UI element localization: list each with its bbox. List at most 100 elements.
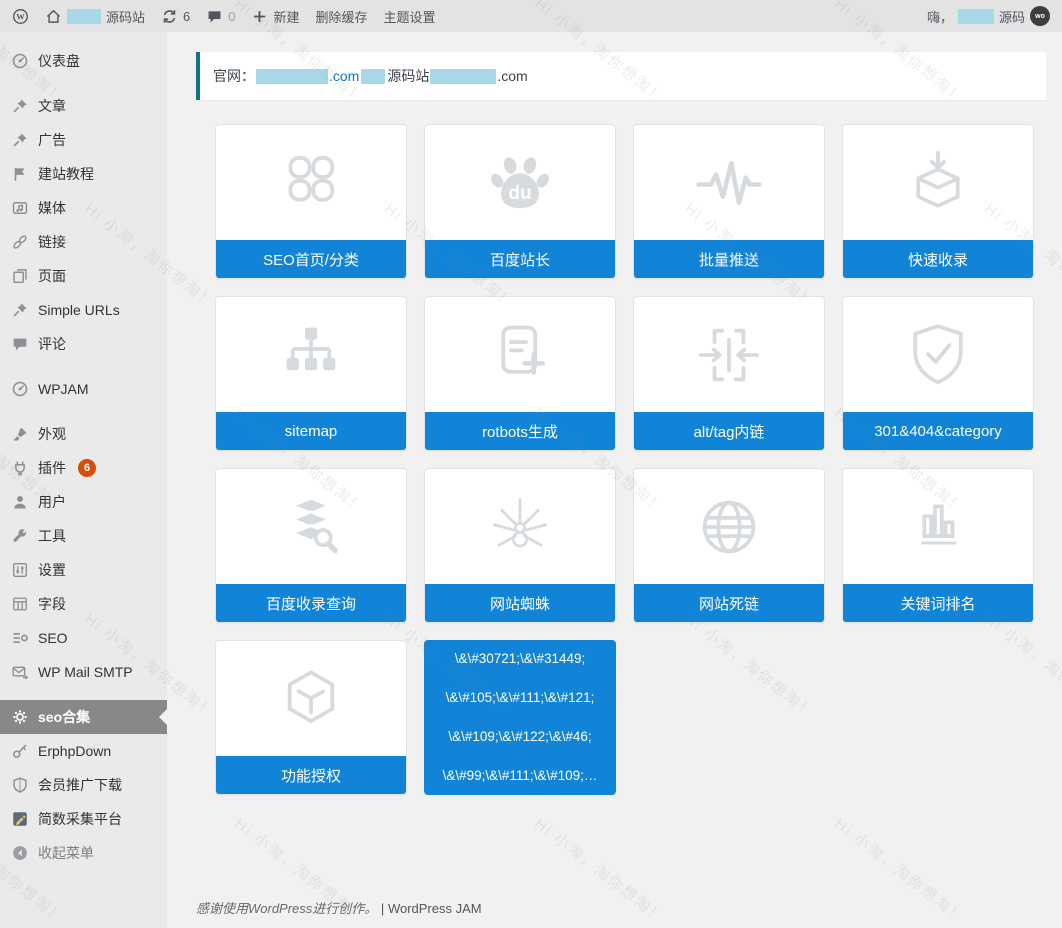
censor-block (361, 69, 385, 84)
shield-check-icon (843, 297, 1033, 412)
encoded-text-line: \&\#109;\&\#122;\&\#46; (429, 729, 611, 745)
sidebar-item-member-promo-download[interactable]: 会员推广下载 (0, 768, 167, 802)
censor-block (958, 9, 994, 24)
grid-icon (11, 595, 29, 613)
gear-icon (11, 708, 29, 726)
card-site-spider[interactable]: 网站蜘蛛 (424, 468, 616, 623)
sidebar-item-media[interactable]: 媒体 (0, 191, 167, 225)
sidebar-item-jianshu-collector[interactable]: 简数采集平台 (0, 802, 167, 836)
card-robots-generate[interactable]: rotbots生成 (424, 296, 616, 451)
card-301-404-category[interactable]: 301&404&category (842, 296, 1034, 451)
sidebar-item-label: 会员推广下载 (38, 775, 122, 795)
sidebar-item-dashboard[interactable]: 仪表盘 (0, 44, 167, 78)
sidebar-item-label: 工具 (38, 526, 66, 546)
sidebar-item-label: 外观 (38, 424, 66, 444)
wordpress-logo-menu[interactable] (12, 8, 29, 25)
card-keyword-ranking[interactable]: 关键词排名 (842, 468, 1034, 623)
my-account-menu[interactable]: 嗨， 源码 wo (927, 6, 1050, 26)
cube-icon (216, 641, 406, 756)
sidebar-item-label: 用户 (38, 492, 66, 512)
card-sitemap[interactable]: sitemap (215, 296, 407, 451)
plus-icon (251, 8, 268, 25)
key-icon (11, 742, 29, 760)
pin-icon (11, 131, 29, 149)
comment-count: 0 (228, 9, 235, 24)
sidebar-item-seo-collection[interactable]: seo合集 (0, 700, 167, 734)
card-label: 网站蜘蛛 (425, 584, 615, 622)
greeting-prefix: 嗨， (927, 7, 953, 26)
globe-icon (634, 469, 824, 584)
sidebar-item-settings[interactable]: 设置 (0, 553, 167, 587)
sidebar-item-label: WPJAM (38, 381, 89, 397)
sidebar-item-appearance[interactable]: 外观 (0, 417, 167, 451)
card-label: SEO首页/分类 (216, 240, 406, 278)
sidebar-item-label: 链接 (38, 232, 66, 252)
tool-card-grid: SEO首页/分类百度站长批量推送快速收录 sitemap rotbots生成 alt/… (215, 124, 1035, 795)
sidebar-item-wpjam[interactable]: WPJAM (0, 372, 167, 406)
layers-search-icon (216, 469, 406, 584)
sidebar-item-links[interactable]: 链接 (0, 225, 167, 259)
sidebar-item-tools[interactable]: 工具 (0, 519, 167, 553)
sidebar-item-simple-urls[interactable]: Simple URLs (0, 293, 167, 327)
sidebar-item-seo[interactable]: SEO (0, 621, 167, 655)
card-feature-license[interactable]: 功能授权 (215, 640, 407, 795)
sidebar-item-label: 设置 (38, 560, 66, 580)
sidebar-item-label: 建站教程 (38, 164, 94, 184)
site-name-menu[interactable]: 源码站 (45, 7, 145, 26)
footer-jam-link[interactable]: WordPress JAM (388, 901, 482, 916)
censor-block (67, 9, 101, 24)
updates-menu[interactable]: 6 (161, 8, 190, 25)
card-fast-include[interactable]: 快速收录 (842, 124, 1034, 279)
sidebar-item-label: 页面 (38, 266, 66, 286)
doc-plus-icon (425, 297, 615, 412)
sidebar-item-label: WP Mail SMTP (38, 664, 133, 680)
box-receive-icon (843, 125, 1033, 240)
card-label: 功能授权 (216, 756, 406, 794)
card-alt-tag-innerlink[interactable]: alt/tag内链 (633, 296, 825, 451)
clover-icon (216, 125, 406, 240)
sidebar-item-collapse-menu[interactable]: 收起菜单 (0, 836, 167, 870)
sidebar-item-posts[interactable]: 文章 (0, 89, 167, 123)
menu-separator (0, 689, 167, 700)
card-baidu-include-query[interactable]: 百度收录查询 (215, 468, 407, 623)
media-icon (11, 199, 29, 217)
card-site-deadlink[interactable]: 网站死链 (633, 468, 825, 623)
sidebar-item-label: 广告 (38, 130, 66, 150)
new-content-menu[interactable]: 新建 (251, 7, 299, 26)
card-label: sitemap (216, 412, 406, 450)
pin-icon (11, 301, 29, 319)
sidebar-item-users[interactable]: 用户 (0, 485, 167, 519)
comments-icon (206, 8, 223, 25)
card-encoded-license[interactable]: \&\#30721;\&\#31449;\&\#105;\&\#111;\&\#… (424, 640, 616, 795)
sidebar-item-wp-mail-smtp[interactable]: WP Mail SMTP (0, 655, 167, 689)
mail-icon (11, 663, 29, 681)
sidebar-item-erphpdown[interactable]: ErphpDown (0, 734, 167, 768)
sidebar-item-label: 评论 (38, 334, 66, 354)
card-baidu-webmaster[interactable]: 百度站长 (424, 124, 616, 279)
gauge-icon (11, 52, 29, 70)
card-seo-home-category[interactable]: SEO首页/分类 (215, 124, 407, 279)
sidebar-item-pages[interactable]: 页面 (0, 259, 167, 293)
official-site-link[interactable]: .com (329, 68, 359, 84)
sidebar-item-site-tutorials[interactable]: 建站教程 (0, 157, 167, 191)
sidebar-item-comments[interactable]: 评论 (0, 327, 167, 361)
sidebar-item-ads[interactable]: 广告 (0, 123, 167, 157)
censor-block (256, 69, 328, 84)
home-icon (45, 8, 62, 25)
clear-cache-menu[interactable]: 删除缓存 (316, 7, 368, 26)
footer-divider: | (381, 901, 384, 916)
censor-block (430, 69, 496, 84)
notice-suffix: .com (497, 68, 527, 84)
sitemap-icon (216, 297, 406, 412)
theme-settings-menu[interactable]: 主题设置 (384, 7, 436, 26)
card-label: rotbots生成 (425, 412, 615, 450)
card-batch-push[interactable]: 批量推送 (633, 124, 825, 279)
sidebar-item-plugins[interactable]: 插件6 (0, 451, 167, 485)
plugin-update-badge: 6 (78, 459, 96, 477)
card-label: 301&404&category (843, 412, 1033, 450)
wrench-icon (11, 527, 29, 545)
sidebar-item-fields[interactable]: 字段 (0, 587, 167, 621)
comments-menu[interactable]: 0 (206, 8, 235, 25)
pages-icon (11, 267, 29, 285)
notice-prefix: 官网： (213, 66, 255, 86)
